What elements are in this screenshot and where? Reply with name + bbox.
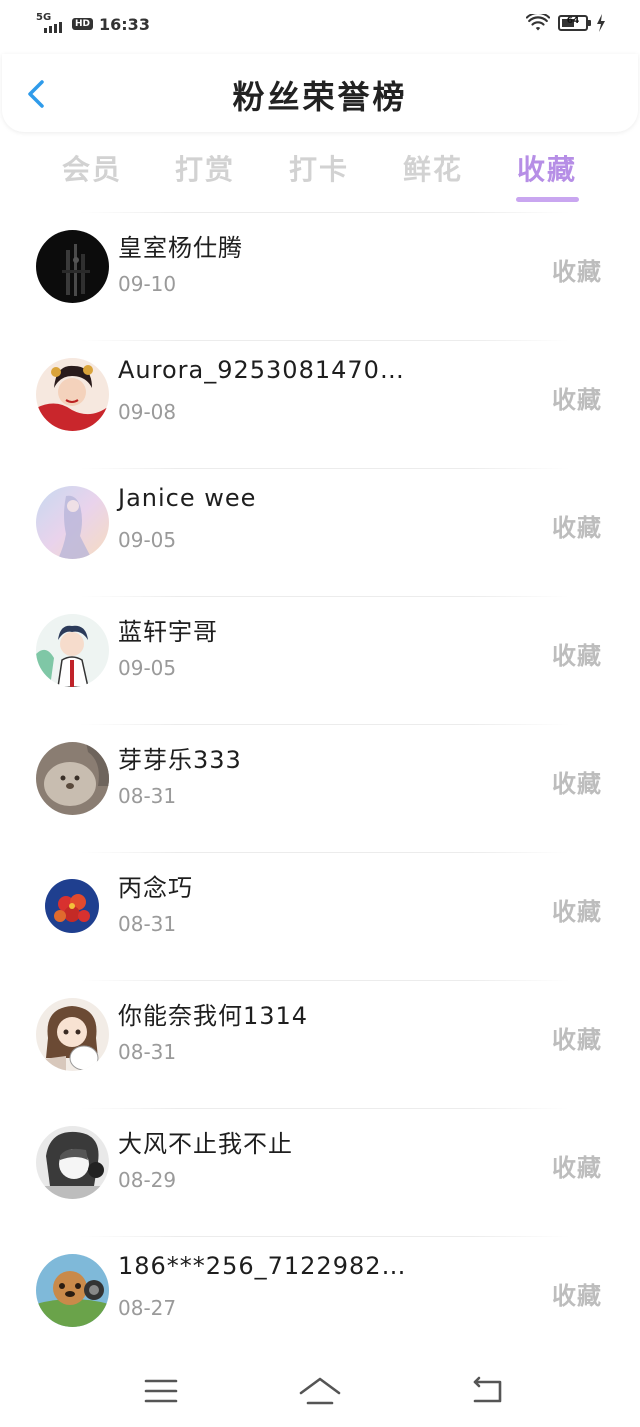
avatar[interactable] (36, 870, 109, 943)
avatar[interactable] (36, 230, 109, 303)
favorite-date: 08-29 (118, 1168, 177, 1192)
hd-badge: HD (72, 18, 94, 30)
list-item[interactable]: 芽芽乐333 08-31 收藏 (0, 724, 640, 851)
list-item[interactable]: 你能奈我何1314 08-31 收藏 (0, 980, 640, 1107)
user-name: 蓝轩宇哥 (118, 618, 218, 646)
list-item[interactable]: Janice wee 09-05 收藏 (0, 468, 640, 595)
status-time: 16:33 (99, 14, 150, 34)
divider (80, 468, 570, 469)
favorite-date: 08-27 (118, 1296, 177, 1320)
header: 粉丝荣誉榜 (2, 54, 638, 132)
tab-favorites[interactable]: 收藏 (497, 148, 597, 188)
status-left: 5G HD 16:33 (36, 12, 150, 35)
user-name: 186***256_7122982… (118, 1252, 407, 1280)
system-nav-bar (0, 1355, 640, 1427)
user-name: 你能奈我何1314 (118, 1002, 309, 1030)
favorite-label: 收藏 (552, 1281, 602, 1310)
user-name: 皇室杨仕腾 (118, 234, 243, 262)
divider (80, 980, 570, 981)
page-title: 粉丝荣誉榜 (232, 78, 408, 116)
avatar[interactable] (36, 1126, 109, 1199)
home-icon (299, 1377, 341, 1405)
avatar[interactable] (36, 614, 109, 687)
avatar[interactable] (36, 358, 109, 431)
favorite-date: 09-08 (118, 400, 177, 424)
tab-flowers[interactable]: 鲜花 (383, 148, 483, 188)
favorite-label: 收藏 (552, 385, 602, 414)
favorite-label: 收藏 (552, 769, 602, 798)
battery-icon: 64 (558, 15, 591, 31)
user-name: Janice wee (118, 484, 257, 512)
avatar[interactable] (36, 998, 109, 1071)
list-item[interactable]: 蓝轩宇哥 09-05 收藏 (0, 596, 640, 723)
favorite-date: 09-10 (118, 272, 177, 296)
favorite-label: 收藏 (552, 1153, 602, 1182)
divider (80, 852, 570, 853)
favorite-date: 09-05 (118, 656, 177, 680)
favorite-date: 08-31 (118, 1040, 177, 1064)
divider (80, 596, 570, 597)
divider (80, 340, 570, 341)
user-name: 大风不止我不止 (118, 1130, 293, 1158)
divider (80, 724, 570, 725)
home-button[interactable] (298, 1373, 342, 1409)
status-right: 64 (526, 14, 606, 32)
favorite-label: 收藏 (552, 641, 602, 670)
favorite-label: 收藏 (552, 897, 602, 926)
back-nav-button[interactable] (466, 1373, 510, 1409)
user-name: 芽芽乐333 (118, 746, 242, 774)
favorite-label: 收藏 (552, 257, 602, 286)
tab-reward[interactable]: 打赏 (155, 148, 255, 188)
back-icon (473, 1376, 502, 1403)
favorite-date: 08-31 (118, 912, 177, 936)
divider (80, 1108, 570, 1109)
list-item[interactable]: 186***256_7122982… 08-27 收藏 (0, 1236, 640, 1363)
favorite-date: 09-05 (118, 528, 177, 552)
favorite-label: 收藏 (552, 513, 602, 542)
divider (80, 1236, 570, 1237)
list-item[interactable]: Aurora_925308147​0… 09-08 收藏 (0, 340, 640, 467)
avatar[interactable] (36, 742, 109, 815)
cellular-signal-icon: 5G (36, 12, 66, 35)
menu-button[interactable] (139, 1373, 183, 1409)
user-name: 丙念巧 (118, 874, 193, 902)
user-name: Aurora_925308147​0… (118, 356, 405, 384)
tab-checkin[interactable]: 打卡 (269, 148, 369, 188)
tab-membership[interactable]: 会员 (42, 148, 142, 188)
avatar[interactable] (36, 486, 109, 559)
avatar[interactable] (36, 1254, 109, 1327)
favorite-label: 收藏 (552, 1025, 602, 1054)
list-item[interactable]: 丙念巧 08-31 收藏 (0, 852, 640, 979)
active-tab-indicator (516, 197, 579, 202)
list-item[interactable]: 皇室杨仕腾 09-10 收藏 (0, 212, 640, 339)
list-item[interactable]: 大风不止我不止 08-29 收藏 (0, 1108, 640, 1235)
charging-bolt-icon (597, 14, 605, 32)
battery-level: 64 (566, 16, 580, 26)
status-bar: 5G HD 16:33 64 (0, 0, 640, 50)
wifi-icon (526, 14, 550, 31)
favorite-date: 08-31 (118, 784, 177, 808)
menu-icon (144, 1379, 178, 1403)
divider (80, 212, 570, 213)
